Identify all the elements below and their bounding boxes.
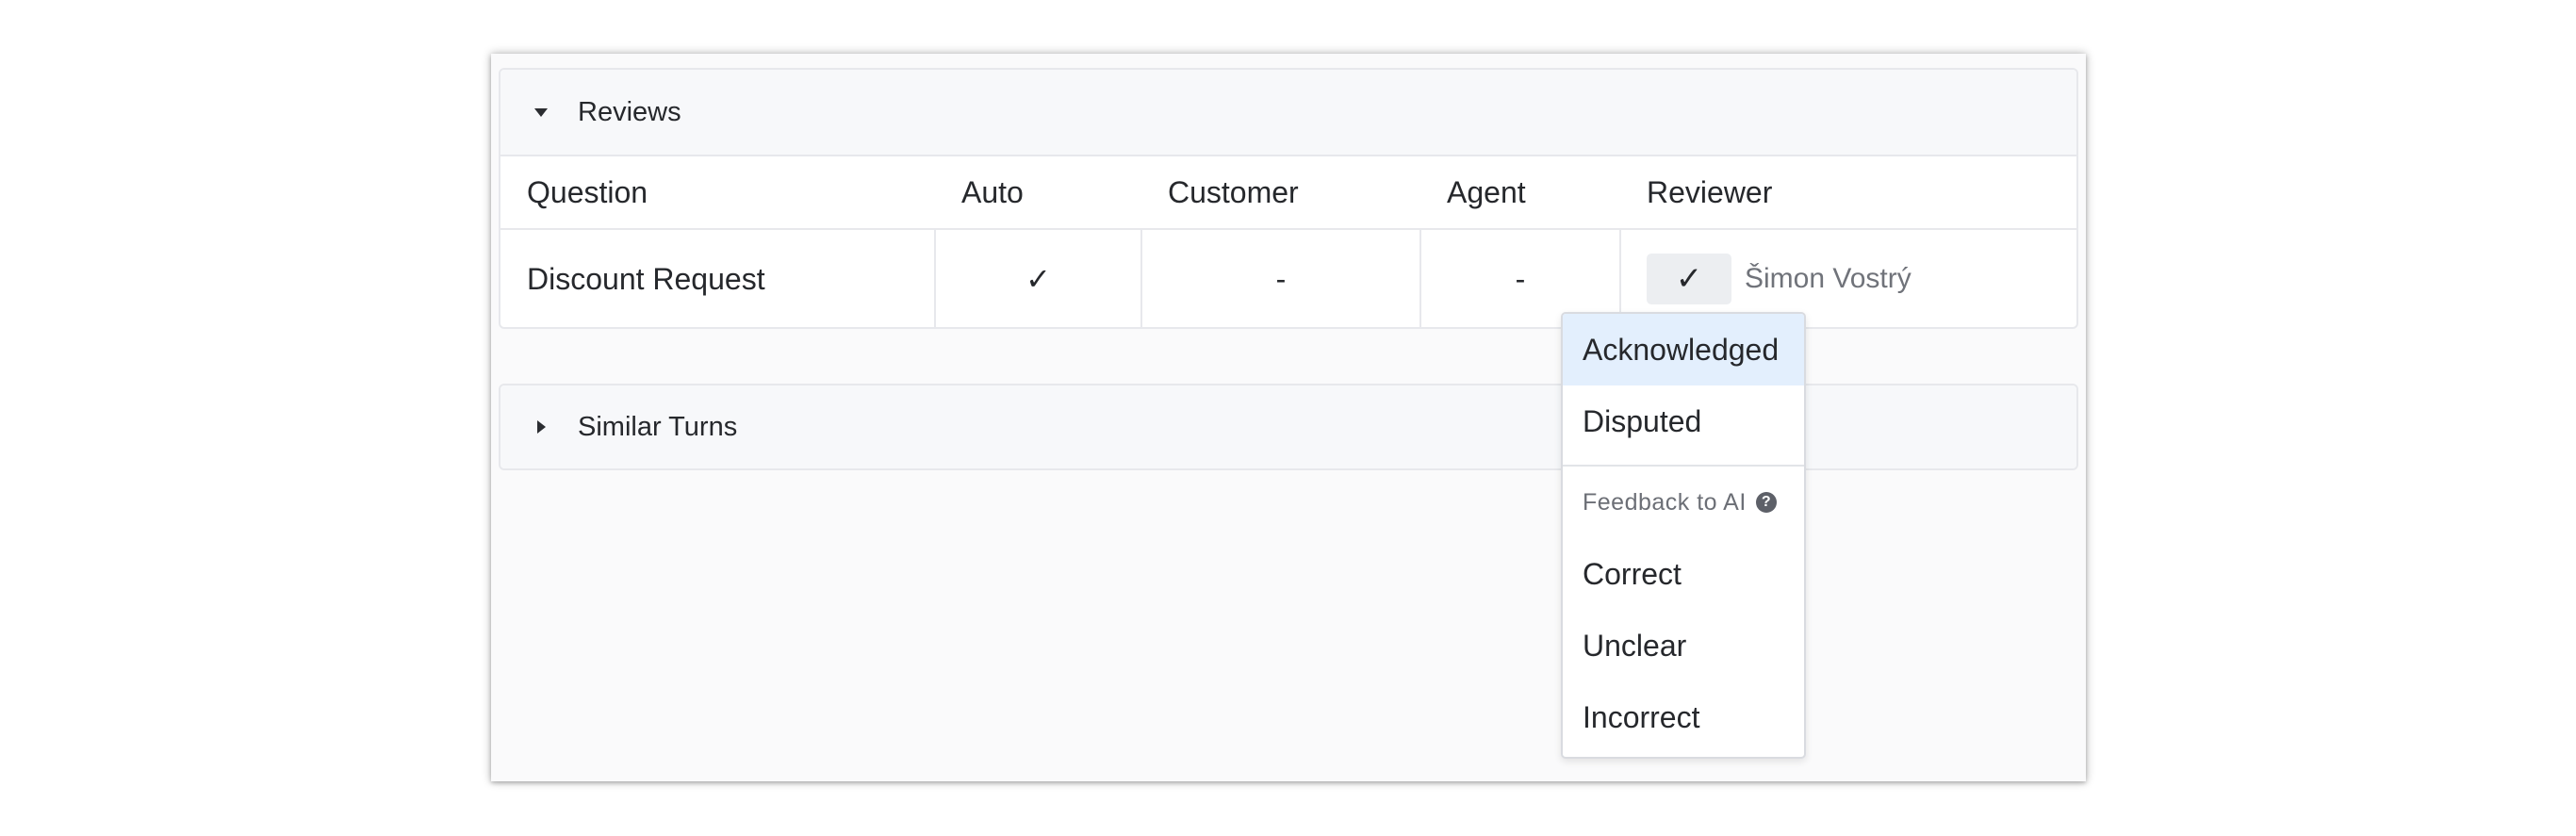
column-header-question: Question [500, 156, 935, 230]
caret-right-icon[interactable] [534, 420, 557, 434]
help-icon[interactable]: ? [1755, 492, 1777, 513]
reviews-panel: Reviews Question Auto Customer Agent Rev… [499, 68, 2078, 329]
menu-item-incorrect[interactable]: Incorrect [1563, 681, 1804, 753]
reviews-table: Question Auto Customer Agent Reviewer Di… [500, 156, 2076, 327]
menu-group-feedback: Feedback to AI ? [1563, 467, 1804, 538]
column-header-customer: Customer [1141, 156, 1420, 230]
auto-cell: ✓ [934, 229, 1141, 327]
similar-turns-panel: Similar Turns [499, 384, 2078, 470]
similar-turns-panel-title: Similar Turns [578, 411, 738, 442]
customer-cell: - [1140, 229, 1420, 327]
table-row: Discount Request ✓ - - ✓ Šimon Vostrý [500, 229, 2076, 327]
review-status-dropdown: Acknowledged Disputed Feedback to AI ? C… [1561, 312, 1806, 759]
menu-item-disputed[interactable]: Disputed [1563, 385, 1804, 457]
menu-item-correct[interactable]: Correct [1563, 538, 1804, 610]
column-header-auto: Auto [935, 156, 1141, 230]
menu-item-unclear[interactable]: Unclear [1563, 610, 1804, 681]
similar-turns-panel-header[interactable]: Similar Turns [500, 385, 2076, 468]
reviewer-check-button[interactable]: ✓ [1647, 254, 1731, 304]
reviewer-name: Šimon Vostrý [1745, 263, 1911, 294]
table-header-row: Question Auto Customer Agent Reviewer [500, 156, 2076, 230]
menu-item-acknowledged[interactable]: Acknowledged [1563, 314, 1804, 385]
reviews-panel-header[interactable]: Reviews [500, 70, 2076, 156]
menu-group-label: Feedback to AI [1583, 488, 1747, 516]
question-cell: Discount Request [527, 261, 765, 296]
reviews-panel-title: Reviews [578, 96, 681, 127]
column-header-reviewer: Reviewer [1620, 156, 2076, 230]
caret-down-icon[interactable] [534, 107, 557, 117]
column-header-agent: Agent [1420, 156, 1620, 230]
review-window: Reviews Question Auto Customer Agent Rev… [491, 54, 2086, 781]
